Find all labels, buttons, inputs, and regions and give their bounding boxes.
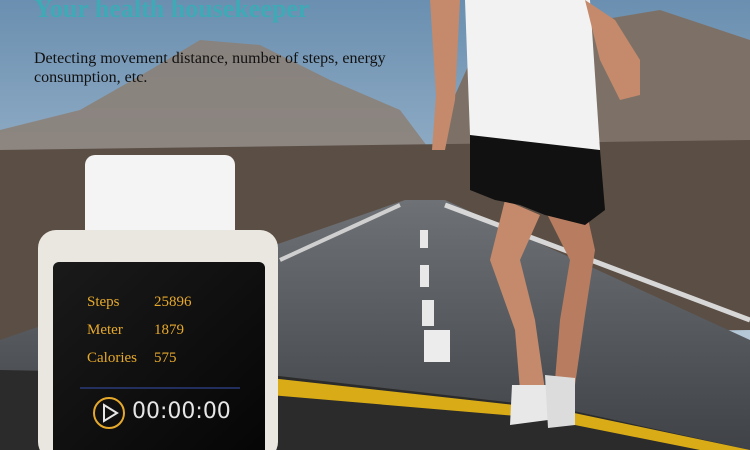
subtext: Detecting movement distance, number of s… bbox=[34, 50, 386, 86]
road-dash bbox=[424, 330, 450, 362]
calories-value: 575 bbox=[154, 350, 177, 366]
road-dash bbox=[420, 265, 429, 287]
meter-value: 1879 bbox=[154, 322, 184, 338]
steps-label: Steps bbox=[87, 294, 120, 310]
road-dash bbox=[422, 300, 434, 326]
road-dash bbox=[420, 230, 428, 248]
steps-value: 25896 bbox=[154, 294, 192, 310]
meter-label: Meter bbox=[87, 322, 123, 338]
headline: Your health housekeeper bbox=[34, 0, 310, 23]
calories-label: Calories bbox=[87, 350, 137, 366]
timer-display: 00:00:00 bbox=[132, 399, 231, 424]
